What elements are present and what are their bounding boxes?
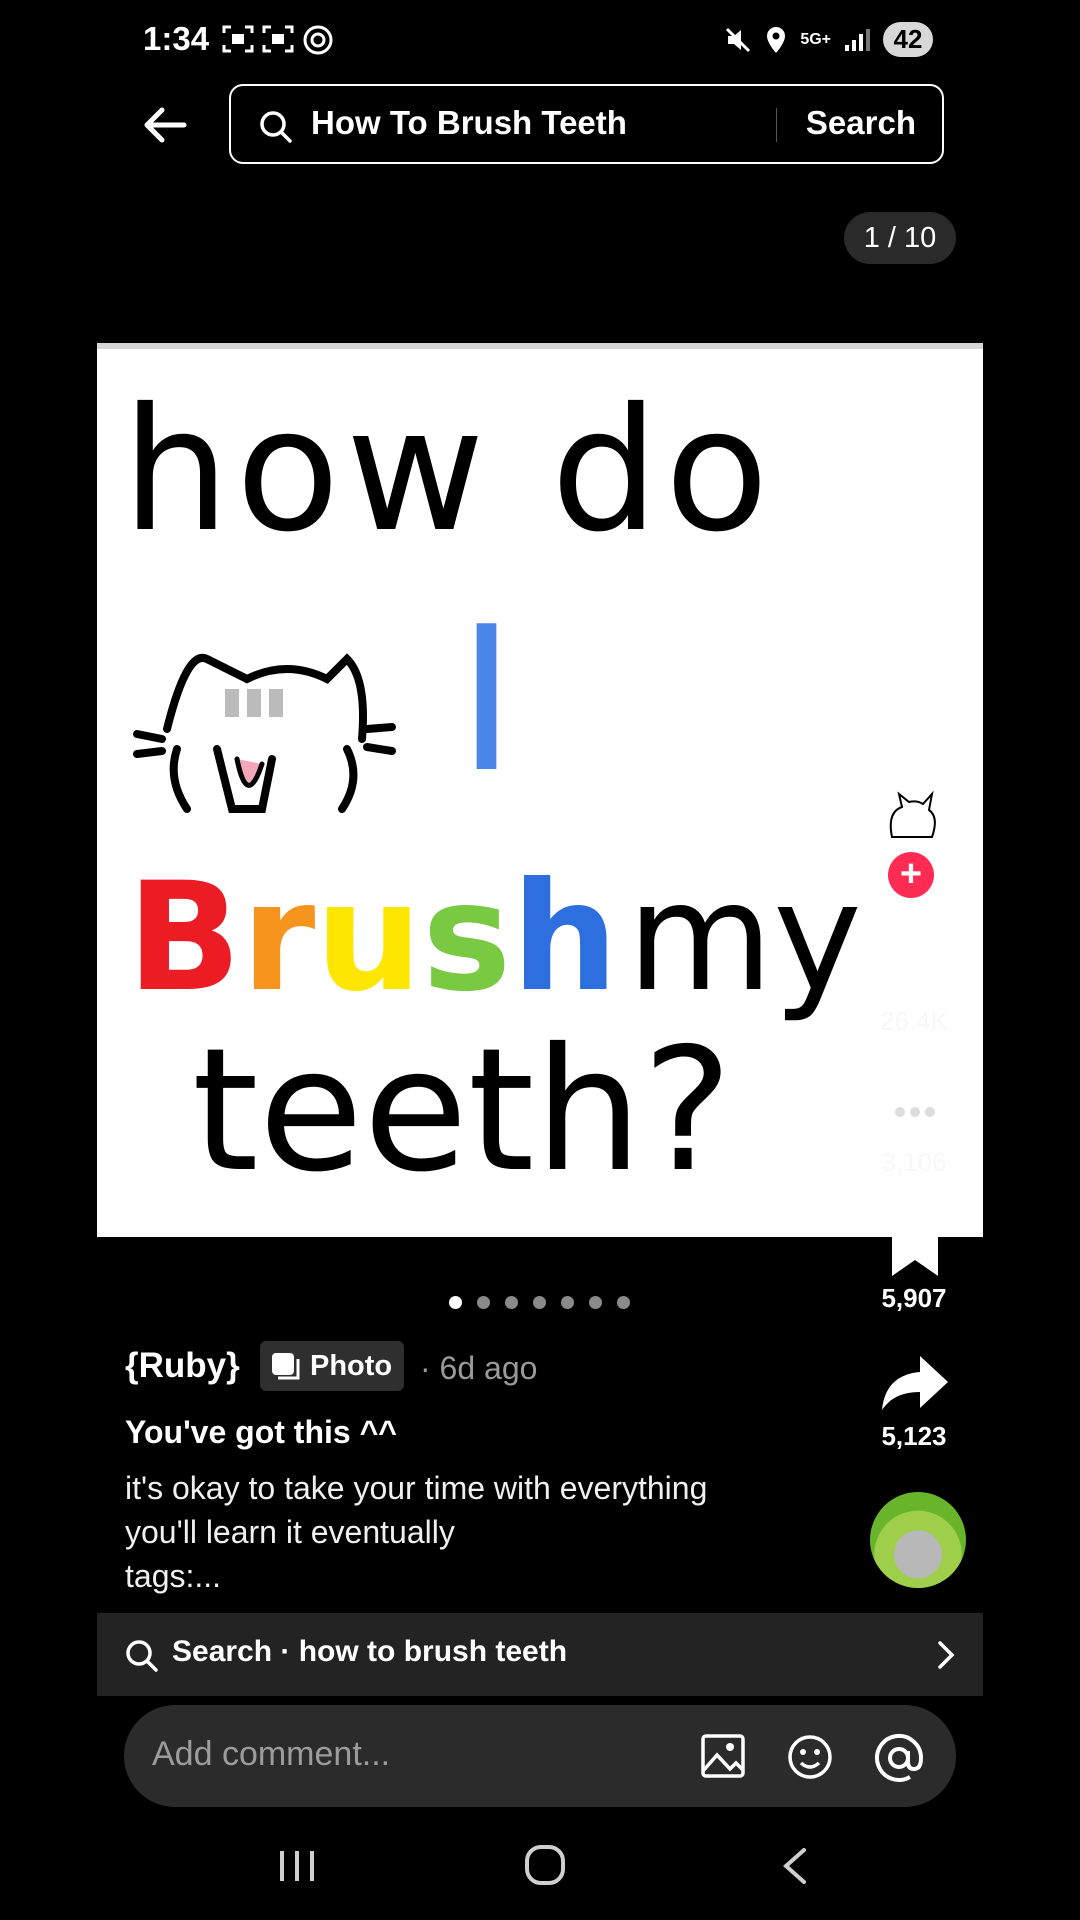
search-suggestion-text: Search · how to brush teeth [172,1635,568,1668]
network-type: 5G+ [800,30,831,48]
photo-badge: Photo [260,1341,405,1391]
comment-count: 3,106 [881,1147,947,1177]
mute-icon [726,27,751,52]
status-right-icons: 5G+ 42 [724,22,933,57]
comment-placeholder[interactable]: Add comment... [152,1735,390,1774]
post-photo[interactable]: how do I Brush my teeth? [97,343,983,1237]
search-suggestion-bar[interactable]: Search · how to brush teeth [97,1613,983,1696]
screenshot-icon [222,25,254,53]
share-count: 5,123 [881,1421,947,1451]
image-icon[interactable] [700,1733,746,1779]
chevron-right-icon [938,1641,955,1669]
carousel-dot [617,1296,630,1309]
save-count: 5,907 [881,1283,947,1313]
location-icon [767,26,786,53]
search-icon [260,111,292,143]
search-icon [126,1640,158,1672]
back-arrow-icon[interactable] [140,100,190,150]
photo-text-line-4: my [627,851,862,1025]
mention-icon[interactable] [874,1733,924,1783]
carousel-dot [533,1296,546,1309]
comment-icon[interactable] [876,1082,954,1150]
status-time: 1:34 [143,20,210,57]
home-icon[interactable] [523,1843,567,1887]
carousel-dot [477,1296,490,1309]
photo-text-line-1: how do [122,372,775,570]
battery-indicator: 42 [883,22,933,57]
carousel-dot-active [449,1296,462,1309]
caption-line: tags:... [125,1558,222,1594]
carousel-dots [449,1296,630,1309]
recent-apps-icon[interactable] [278,1847,316,1885]
photo-drawing: how do I Brush my teeth? [122,372,862,1210]
share-icon[interactable] [880,1352,950,1414]
heart-icon[interactable] [875,922,955,994]
page-counter: 1 / 10 [844,212,956,264]
creator-avatar-icon[interactable] [877,782,947,852]
carousel-dot [589,1296,602,1309]
cat-drawing [133,653,396,813]
bookmark-icon[interactable] [888,1218,942,1278]
rainbow-brush-word: Brush [127,851,618,1025]
photo-badge-label: Photo [310,1349,393,1382]
search-query[interactable]: How To Brush Teeth [311,104,627,142]
caption-body[interactable]: it's okay to take your time with everyth… [125,1466,845,1598]
photo-stack-icon [272,1353,300,1380]
search-button[interactable]: Search [806,104,916,142]
screen-record-icon [262,25,294,53]
search-divider [776,108,777,142]
carousel-dot [561,1296,574,1309]
search-input[interactable]: How To Brush Teeth Search [229,84,944,164]
like-count: 26.4K [880,1006,948,1036]
post-time: · 6d ago [420,1350,538,1386]
at-sign-icon [303,25,333,55]
caption-line: you'll learn it eventually [125,1514,455,1550]
caption-title: You've got this ^^ [125,1414,397,1450]
music-disc-avatar[interactable] [870,1492,966,1588]
emoji-sticker-icon[interactable] [786,1733,834,1781]
caption-line: it's okay to take your time with everyth… [125,1470,708,1506]
follow-plus-button[interactable]: + [888,852,934,898]
photo-text-line-2: I [457,584,516,817]
status-left-icons [222,24,334,56]
comment-input[interactable]: Add comment... [124,1705,956,1807]
carousel-dot [505,1296,518,1309]
author-name[interactable]: {Ruby} [125,1346,240,1386]
photo-text-line-5: teeth? [192,1012,732,1210]
signal-icon [845,28,870,51]
nav-back-icon[interactable] [780,1846,808,1886]
svg-text:Brush: Brush [127,851,618,1025]
